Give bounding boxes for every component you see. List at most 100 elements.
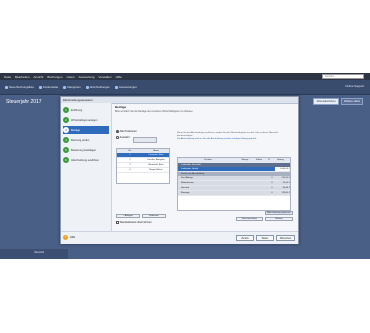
selection-dropdown[interactable] [133, 137, 157, 143]
menu-item-buchungen[interactable]: Buchungen [47, 75, 62, 79]
year-end-button[interactable]: Jahresabschluss [313, 98, 339, 105]
table-row[interactable]: 4 Regal, Archiv [117, 168, 169, 173]
toolbar-categories[interactable]: Kategorien [63, 85, 81, 89]
table-cell: 211,00 € [281, 177, 290, 179]
wizard-step-4[interactable]: 4 Buchung prüfen [63, 136, 109, 144]
menu-item-listen[interactable]: Listen [67, 75, 75, 79]
radio-label: Alle Positionen [119, 130, 137, 133]
table-cell: Laufendes Gehalt [181, 168, 199, 170]
step-number: 2 [63, 117, 69, 123]
table-cell: Regal, Archiv [149, 169, 163, 171]
amounts-table: Position Menge Faktor % Betrag Laufendes… [177, 157, 291, 211]
step-label: Buchung prüfen [71, 138, 90, 142]
step-label: Abschreibung ausführen [71, 158, 100, 162]
menu-item-verwalten[interactable]: Verwalten [98, 75, 111, 79]
radio-all-positions[interactable]: Alle Positionen [116, 130, 137, 133]
more-button[interactable]: Weitere [265, 217, 293, 221]
menu-bar: Datei Bearbeiten Ansicht Buchungen Liste… [0, 73, 370, 80]
toolbar-label: Neue Buchungsliste [9, 85, 34, 89]
depreciation-wizard-dialog: Abschreibungsassistent × 1 Eröffnung 2 W… [60, 96, 299, 244]
wizard-step-1[interactable]: 1 Eröffnung [63, 106, 109, 114]
toolbar-label: Auswertungen [118, 85, 137, 89]
toolbar-new-list[interactable]: Neue Buchungsliste [5, 85, 34, 89]
table-row[interactable]: Montage 0 123,00 € [178, 191, 290, 196]
radio-selection[interactable]: Auswahl [116, 136, 129, 139]
column-header: Faktor [255, 159, 263, 161]
table-cell: 21,00 € [282, 182, 290, 184]
more-years-button[interactable]: Weitere Jahre [341, 98, 363, 105]
dialog-footer: ? Hilfe Zurück Weiter Abbrechen [61, 231, 298, 244]
info-paragraph: Wenn Sie die Abschreibung ausführen, wer… [177, 132, 279, 137]
help-label[interactable]: Hilfe [70, 236, 75, 239]
step-number: 5 [63, 147, 69, 153]
next-button[interactable]: Weiter [256, 235, 274, 241]
adjust-depreciation-button[interactable]: Abschreibung anpassen [265, 211, 293, 215]
wizard-step-6[interactable]: 6 Abschreibung ausführen [63, 156, 109, 164]
toolbar-label: Abschreibungen [89, 85, 110, 89]
menu-item-auswertung[interactable]: Auswertung [79, 75, 95, 79]
wizard-step-2[interactable]: 2 Wirtschaftsgut anlegen [63, 116, 109, 124]
table-cell: Bürostuhl, Büro [148, 164, 164, 166]
radio-indicator [116, 136, 119, 139]
tag-icon [63, 85, 67, 89]
info-blue-paragraph: Die Abschreibung wird im Jahr der Anscha… [177, 138, 257, 140]
toolbar-cost-center[interactable]: Kostenstelle [38, 85, 59, 89]
step-label: Beträge [71, 128, 81, 132]
menu-item-ansicht[interactable]: Ansicht [34, 75, 44, 79]
column-header: Menge [241, 159, 249, 161]
wizard-step-5[interactable]: 5 Bewertung bestätigen [63, 146, 109, 154]
info-text: Wenn Sie die Abschreibung ausführen, wer… [177, 132, 287, 141]
table-cell: 1 [129, 154, 131, 156]
wizard-step-3[interactable]: 3 Beträge [63, 126, 109, 134]
recalculate-button[interactable]: Neu berechnen [236, 217, 263, 221]
table-cell: 4 [129, 169, 131, 171]
checkbox-indicator [116, 221, 119, 224]
report-icon [114, 85, 118, 89]
list-icon [5, 85, 8, 89]
default-values-checkbox[interactable]: Standardwerte übernehmen [116, 221, 152, 224]
search-input[interactable]: Suchen... [322, 74, 364, 79]
remove-asset-button[interactable]: Entfernen [142, 214, 166, 218]
menu-item-bearbeiten[interactable]: Bearbeiten [15, 75, 30, 79]
wizard-content: Beträge Bitte ermitteln Sie die Beträge … [113, 103, 296, 231]
add-asset-button[interactable]: + Anlegen [116, 214, 140, 218]
cancel-button[interactable]: Abbrechen [276, 235, 295, 241]
step-label: Wirtschaftsgut anlegen [71, 118, 98, 122]
help-icon[interactable]: ? [63, 235, 68, 240]
amount-input[interactable]: 1.000,00 € [275, 167, 290, 171]
table-cell: Computer, Büro [148, 154, 164, 156]
toolbar: Neue Buchungsliste Kostenstelle Kategori… [0, 80, 370, 95]
radio-indicator [116, 130, 119, 133]
menu-item-hilfe[interactable]: Hilfe [116, 75, 122, 79]
step-label: Bewertung bestätigen [71, 148, 97, 152]
toolbar-depreciation[interactable]: Abschreibungen [85, 85, 110, 89]
step-number: 1 [63, 107, 69, 113]
overview-label: Übersicht [34, 251, 45, 254]
column-header: Betrag [277, 159, 284, 161]
overview-panel[interactable]: Übersicht [0, 249, 68, 259]
table-cell: Montage [181, 192, 190, 194]
toolbar-reports[interactable]: Auswertungen [114, 85, 137, 89]
table-cell: 2 [129, 159, 131, 161]
table-cell: Versand [181, 187, 190, 189]
step-number: 4 [63, 137, 69, 143]
table-cell: 123,00 € [281, 192, 290, 194]
menu-item-datei[interactable]: Datei [4, 75, 11, 79]
radio-label: Auswahl [119, 136, 130, 139]
step-number: 3 [63, 127, 69, 133]
content-heading: Beträge [115, 105, 127, 109]
step-label: Eröffnung [71, 108, 83, 112]
content-subtitle: Bitte ermitteln Sie die Beträge der einz… [115, 110, 194, 113]
toolbar-label: Kategorien [67, 85, 81, 89]
table-cell: Kauf Anlage [181, 177, 193, 179]
table-cell: Drucker, Ausgabe [147, 159, 165, 161]
checkbox-label: Standardwerte übernehmen [119, 221, 152, 224]
table-cell: 90,44 € [282, 187, 290, 189]
chart-icon [85, 85, 89, 89]
toolbar-label: Kostenstelle [42, 85, 59, 89]
online-support-link[interactable]: Online-Support [345, 84, 364, 88]
folder-icon [38, 85, 42, 89]
step-number: 6 [63, 157, 69, 163]
back-button[interactable]: Zurück [236, 235, 254, 241]
close-icon[interactable]: × [63, 98, 296, 102]
